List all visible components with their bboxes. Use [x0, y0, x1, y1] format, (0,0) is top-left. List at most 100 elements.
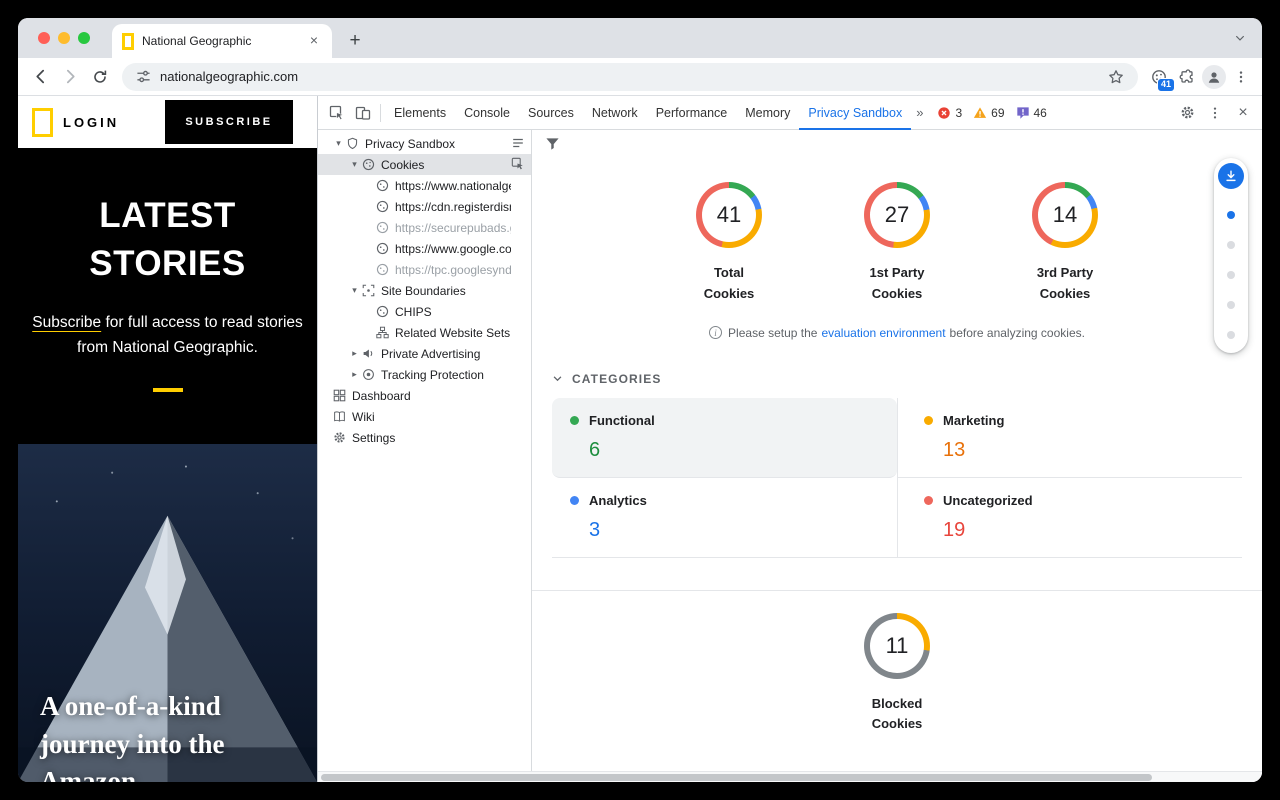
cookie-icon — [375, 199, 390, 214]
tree-item-wiki[interactable]: Wiki — [318, 406, 531, 427]
traffic-lights — [38, 32, 90, 44]
tab-privacy-sandbox[interactable]: Privacy Sandbox — [799, 96, 911, 130]
devtools-menu-kebab-icon[interactable] — [1202, 100, 1228, 126]
info-text-suffix: before analyzing cookies. — [950, 326, 1085, 340]
back-button[interactable] — [26, 63, 54, 91]
privacy-sandbox-main: 41 Total Cookies 27 1st Party Cookies — [532, 130, 1262, 771]
tab-console[interactable]: Console — [455, 96, 519, 130]
gear-icon — [332, 430, 347, 445]
tab-elements[interactable]: Elements — [385, 96, 455, 130]
login-link[interactable]: LOGIN — [63, 115, 119, 130]
download-report-button[interactable] — [1218, 163, 1244, 189]
tab-search-chevron-icon[interactable] — [1234, 32, 1246, 44]
warning-counter[interactable]: 69 — [973, 106, 1004, 120]
expander-icon[interactable]: ▾ — [348, 159, 361, 170]
tree-item-url-google[interactable]: https://www.google.com — [318, 238, 531, 259]
expander-icon[interactable]: ▸ — [348, 348, 361, 359]
third-party-cookies-value: 14 — [1053, 202, 1077, 228]
tree-item-dashboard[interactable]: Dashboard — [318, 385, 531, 406]
maximize-window-button[interactable] — [78, 32, 90, 44]
tree-item-url-googlesyndication[interactable]: https://tpc.googlesyndic — [318, 259, 531, 280]
tab-close-icon[interactable]: × — [306, 33, 322, 49]
tab-network[interactable]: Network — [583, 96, 647, 130]
site-settings-icon[interactable] — [134, 64, 152, 90]
profile-avatar[interactable] — [1202, 65, 1226, 89]
tab-strip: National Geographic × + — [18, 18, 1262, 58]
error-icon — [937, 106, 951, 120]
devtools-settings-gear-icon[interactable] — [1174, 100, 1200, 126]
tree-item-url-securepubads[interactable]: https://securepubads.g.. — [318, 217, 531, 238]
tree-item-url-nationalgeographic[interactable]: https://www.nationalgeo — [318, 175, 531, 196]
category-value: 19 — [943, 519, 1224, 542]
tree-item-privacy-sandbox[interactable]: ▾ Privacy Sandbox — [318, 133, 531, 154]
tree-item-url-registerdisney[interactable]: https://cdn.registerdisne — [318, 196, 531, 217]
story-title-link[interactable]: A one-of-a-kind journey into the Amazon — [40, 688, 285, 782]
toolbar-separator — [380, 104, 381, 122]
tab-memory[interactable]: Memory — [736, 96, 799, 130]
subscribe-button[interactable]: SUBSCRIBE — [165, 100, 293, 144]
tab-sources[interactable]: Sources — [519, 96, 583, 130]
site-boundaries-icon — [361, 283, 376, 298]
inspect-element-icon[interactable] — [324, 100, 350, 126]
horizontal-scrollbar[interactable] — [318, 771, 1262, 782]
extensions-puzzle-icon[interactable] — [1174, 64, 1200, 90]
scrollbar-thumb[interactable] — [321, 774, 1152, 781]
address-bar[interactable]: nationalgeographic.com — [122, 63, 1138, 91]
section-dot[interactable] — [1227, 271, 1235, 279]
cookie-extension-icon[interactable]: 41 — [1146, 64, 1172, 90]
expander-icon[interactable]: ▾ — [348, 285, 361, 296]
tree-item-tracking-protection[interactable]: ▸ Tracking Protection — [318, 364, 531, 385]
story-photo: A one-of-a-kind journey into the Amazon — [18, 444, 317, 782]
close-window-button[interactable] — [38, 32, 50, 44]
category-uncategorized[interactable]: Uncategorized 19 — [897, 478, 1242, 558]
national-geographic-logo[interactable] — [32, 108, 53, 137]
filter-funnel-icon[interactable] — [545, 136, 560, 151]
browser-tab[interactable]: National Geographic × — [112, 24, 332, 58]
tab-performance[interactable]: Performance — [647, 96, 737, 130]
related-website-sets-icon — [375, 325, 390, 340]
category-value: 6 — [589, 439, 879, 462]
forward-button[interactable] — [56, 63, 84, 91]
collapse-sidebar-icon[interactable] — [511, 136, 525, 150]
section-dot[interactable] — [1227, 331, 1235, 339]
subscribe-link[interactable]: Subscribe — [32, 314, 101, 331]
yellow-divider — [153, 388, 183, 392]
reload-button[interactable] — [86, 63, 114, 91]
new-tab-button[interactable]: + — [342, 28, 368, 54]
devtools-close-icon[interactable]: × — [1230, 104, 1256, 122]
tree-item-private-advertising[interactable]: ▸ Private Advertising — [318, 343, 531, 364]
cookie-icon — [375, 262, 390, 277]
cookie-icon — [375, 220, 390, 235]
picker-icon[interactable] — [511, 157, 525, 171]
tree-item-site-boundaries[interactable]: ▾ Site Boundaries — [318, 280, 531, 301]
info-text-prefix: Please setup the — [728, 326, 817, 340]
tree-item-chips[interactable]: CHIPS — [318, 301, 531, 322]
section-dot[interactable] — [1227, 241, 1235, 249]
promo-rest: for full access to read stories from Nat… — [77, 314, 303, 356]
expander-icon[interactable]: ▾ — [332, 138, 345, 149]
device-toolbar-icon[interactable] — [350, 100, 376, 126]
evaluation-environment-link[interactable]: evaluation environment — [821, 326, 945, 340]
category-analytics[interactable]: Analytics 3 — [552, 478, 897, 558]
error-counter[interactable]: 3 — [937, 106, 962, 120]
issues-icon — [1016, 106, 1030, 120]
shield-icon — [345, 136, 360, 151]
expander-icon[interactable]: ▸ — [348, 369, 361, 380]
bookmark-star-icon[interactable] — [1106, 64, 1126, 90]
warning-icon — [973, 106, 987, 120]
category-marketing[interactable]: Marketing 13 — [897, 398, 1242, 478]
more-tabs-icon[interactable]: » — [911, 105, 928, 120]
tree-item-cookies[interactable]: ▾ Cookies — [318, 154, 531, 175]
section-dot-active[interactable] — [1227, 211, 1235, 219]
category-functional[interactable]: Functional 6 — [552, 398, 897, 478]
tree-item-related-website-sets[interactable]: Related Website Sets — [318, 322, 531, 343]
issues-counter[interactable]: 46 — [1016, 106, 1047, 120]
tree-item-settings[interactable]: Settings — [318, 427, 531, 448]
categories-section-header[interactable]: CATEGORIES — [552, 372, 1262, 386]
minimize-window-button[interactable] — [58, 32, 70, 44]
website-viewport: LOGIN SUBSCRIBE LATEST STORIES Subscribe… — [18, 96, 317, 782]
section-dot[interactable] — [1227, 301, 1235, 309]
chevron-down-icon[interactable] — [552, 373, 563, 384]
cookie-icon — [375, 241, 390, 256]
browser-menu-kebab-icon[interactable] — [1228, 64, 1254, 90]
